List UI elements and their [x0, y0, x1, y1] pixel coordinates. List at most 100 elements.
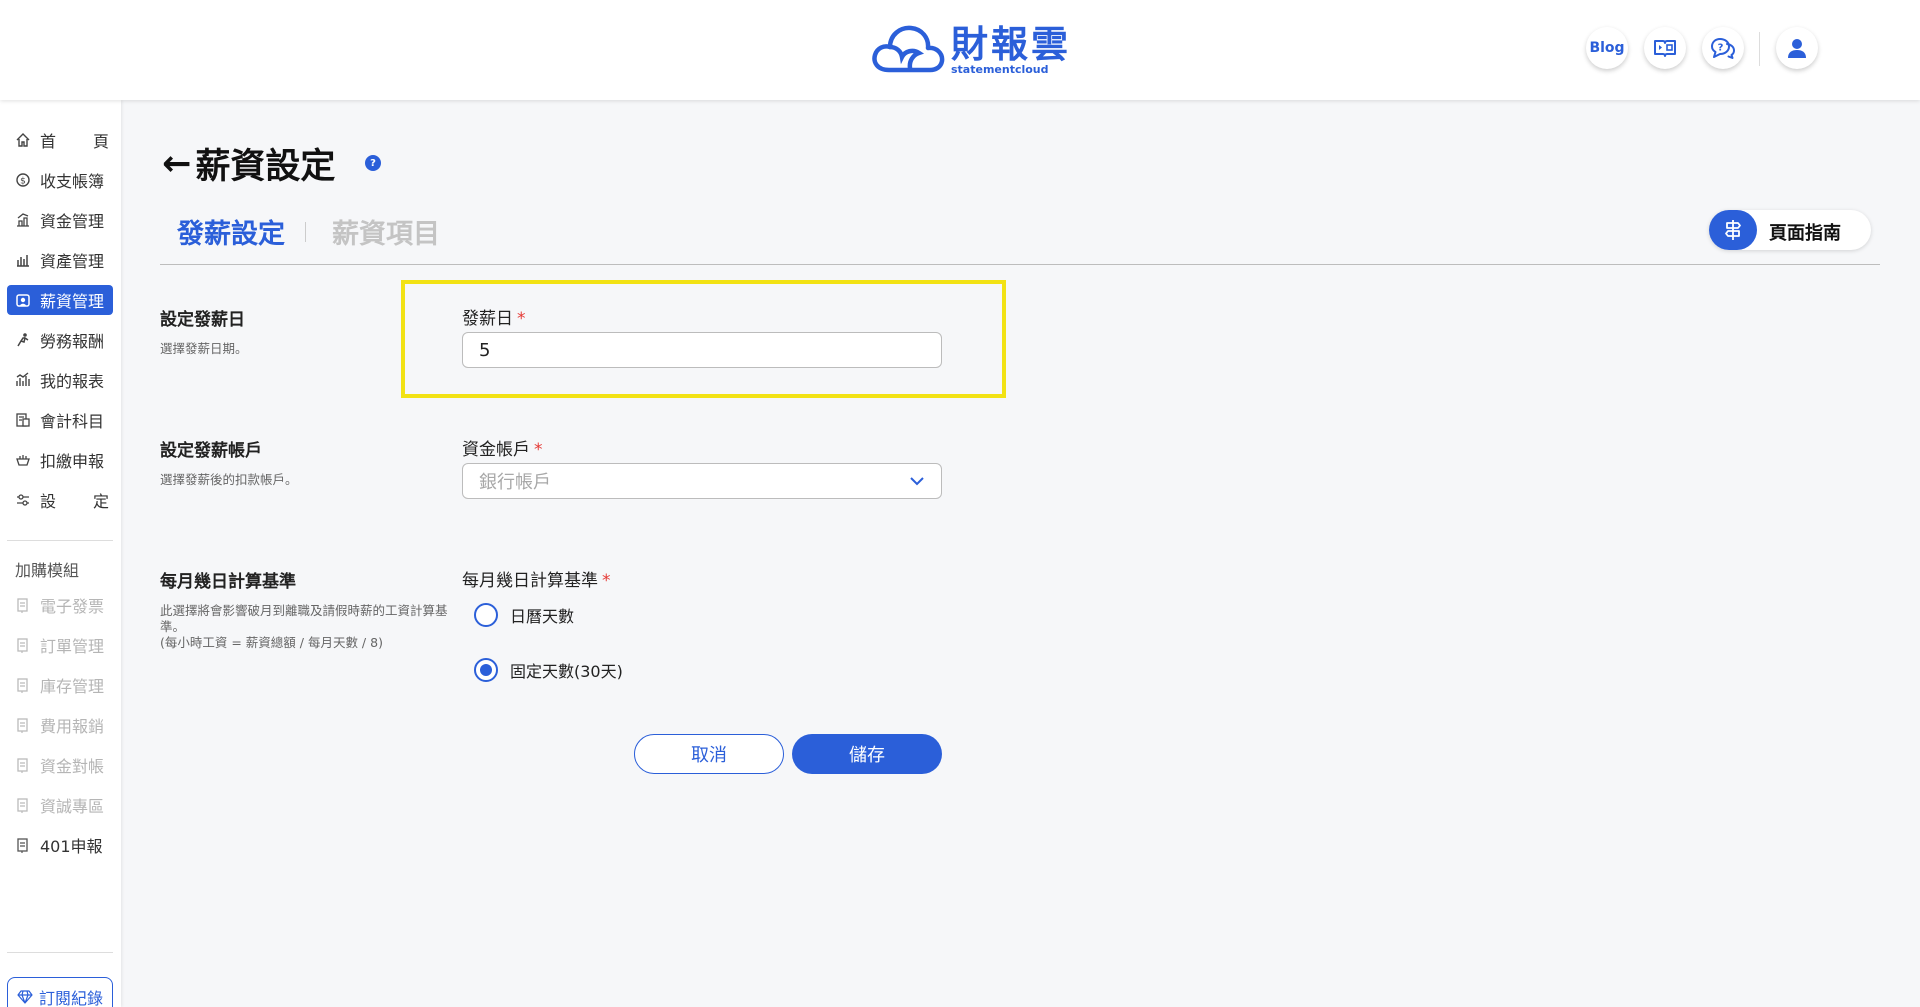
tax-icon [14, 451, 32, 469]
sidebar-item-tax[interactable]: 扣繳申報 [7, 445, 113, 475]
logo-chinese-text: 財報雲 [951, 22, 1071, 66]
payroll-icon [14, 291, 32, 309]
payday-field-label: 發薪日 * [462, 309, 526, 329]
user-account-icon [1788, 39, 1806, 58]
user-account-button[interactable] [1776, 27, 1818, 69]
sidebar-item-label: 401申報 [40, 837, 103, 856]
tab-payday-settings[interactable]: 發薪設定 [177, 212, 285, 251]
radio-label: 日曆天數 [510, 607, 575, 626]
fund-account-label: 資金帳戶 * [462, 440, 543, 460]
page-title: ← 薪資設定 [162, 138, 335, 189]
save-button[interactable]: 儲存 [792, 734, 942, 774]
sidebar-item-reports[interactable]: 我的報表 [7, 365, 113, 395]
sidebar-item-label: 收支帳簿 [40, 172, 105, 191]
page-title-text: 薪資設定 [195, 147, 336, 187]
sidebar-item-label: 資誠專區 [40, 797, 105, 816]
sidebar-item-payroll[interactable]: 薪資管理 [7, 285, 113, 315]
sidebar-item-fund[interactable]: 資金管理 [7, 205, 113, 235]
sidebar: 首頁 $ 收支帳簿 資金管理 資產管理 薪資管理 勞務報酬 我的報表 會計科目 … [0, 100, 121, 1007]
sidebar-item-labor[interactable]: 勞務報酬 [7, 325, 113, 355]
page-guide-label: 頁面指南 [1769, 223, 1841, 244]
labor-icon [14, 331, 32, 349]
diamond-icon [17, 990, 33, 1004]
sidebar-item-ledger[interactable]: $ 收支帳簿 [7, 165, 113, 195]
sidebar-item-label: 設定 [40, 492, 109, 511]
subscription-button[interactable]: 訂閱紀錄 [7, 977, 113, 1007]
assets-icon [14, 251, 32, 269]
basis-section-desc: 此選擇將會影響破月到離職及請假時薪的工資計算基準。 (每小時工資 = 薪資總額 … [160, 603, 448, 650]
back-arrow-icon[interactable]: ← [162, 144, 191, 184]
sidebar-divider [7, 540, 113, 541]
sidebar-item-label: 資產管理 [40, 252, 105, 271]
sidebar-addon-orders[interactable]: 訂單管理 [7, 630, 113, 660]
sidebar-addon-expenses[interactable]: 費用報銷 [7, 710, 113, 740]
top-header: 財報雲 statementcloud Blog ? [0, 0, 1920, 100]
money-icon: $ [14, 171, 32, 189]
sidebar-item-label: 首頁 [40, 132, 109, 151]
cloud-logo-icon [872, 25, 945, 73]
sidebar-item-label: 電子發票 [40, 597, 105, 616]
settings-icon [14, 491, 32, 509]
app-logo[interactable]: 財報雲 statementcloud [871, 22, 1071, 78]
tab-salary-items[interactable]: 薪資項目 [332, 212, 440, 251]
fund-account-placeholder: 銀行帳戶 [479, 472, 551, 493]
svg-text:?: ? [1718, 43, 1724, 54]
radio-fixed-days[interactable]: 固定天數(30天) [474, 658, 623, 682]
sidebar-item-assets[interactable]: 資產管理 [7, 245, 113, 275]
header-divider [1759, 32, 1760, 66]
radio-unchecked[interactable] [474, 603, 498, 627]
basis-field-label: 每月幾日計算基準 * [462, 571, 611, 591]
sidebar-item-label: 扣繳申報 [40, 452, 105, 471]
page-guide-button[interactable]: 頁面指南 [1709, 210, 1871, 250]
addon-lock-icon [14, 636, 32, 654]
sidebar-item-label: 費用報銷 [40, 717, 105, 736]
support-chat-button[interactable]: ? [1702, 27, 1744, 69]
tabs-underline [160, 264, 1880, 265]
sidebar-item-accounts[interactable]: 會計科目 [7, 405, 113, 435]
sidebar-item-label: 資金管理 [40, 212, 105, 231]
payday-input[interactable]: 5 [462, 332, 942, 368]
addon-icon [14, 836, 32, 854]
logo-english-text: statementcloud [951, 62, 1049, 76]
sidebar-item-label: 資金對帳 [40, 757, 105, 776]
payday-section-title: 設定發薪日 [160, 310, 245, 330]
radio-label: 固定天數(30天) [510, 662, 623, 681]
fund-icon [14, 211, 32, 229]
basis-section-title: 每月幾日計算基準 [160, 572, 296, 592]
addon-section-title: 加購模組 [15, 561, 80, 580]
sidebar-item-settings[interactable]: 設定 [7, 485, 113, 515]
addon-lock-icon [14, 596, 32, 614]
tab-separator [305, 222, 306, 242]
radio-calendar-days[interactable]: 日曆天數 [474, 603, 574, 627]
sidebar-item-label: 會計科目 [40, 412, 105, 431]
signpost-icon [1709, 210, 1757, 250]
account-section-title: 設定發薪帳戶 [160, 441, 262, 461]
fund-account-select[interactable]: 銀行帳戶 [462, 463, 942, 499]
cancel-button[interactable]: 取消 [634, 734, 784, 774]
accounts-icon [14, 411, 32, 429]
addon-lock-icon [14, 676, 32, 694]
radio-checked[interactable] [474, 658, 498, 682]
sidebar-addon-inventory[interactable]: 庫存管理 [7, 670, 113, 700]
sidebar-item-label: 勞務報酬 [40, 332, 105, 351]
addon-lock-icon [14, 756, 32, 774]
blog-button[interactable]: Blog [1586, 27, 1628, 69]
chevron-down-icon [910, 477, 924, 486]
addon-lock-icon [14, 716, 32, 734]
sidebar-addon-reconciliation[interactable]: 資金對帳 [7, 750, 113, 780]
sidebar-divider [7, 952, 113, 953]
help-icon[interactable]: ? [365, 155, 381, 171]
svg-text:$: $ [20, 177, 26, 187]
sidebar-item-home[interactable]: 首頁 [7, 125, 113, 155]
sidebar-addon-einvoice[interactable]: 電子發票 [7, 590, 113, 620]
subscription-label: 訂閱紀錄 [38, 989, 103, 1007]
home-icon [14, 131, 32, 149]
video-tutorial-button[interactable] [1644, 27, 1686, 69]
account-section-desc: 選擇發薪後的扣款帳戶。 [160, 472, 298, 487]
chart-icon [14, 371, 32, 389]
addon-lock-icon [14, 796, 32, 814]
sidebar-addon-pwc[interactable]: 資誠專區 [7, 790, 113, 820]
video-tutorial-icon [1654, 40, 1676, 57]
sidebar-addon-401[interactable]: 401申報 [7, 830, 113, 860]
sidebar-item-label: 訂單管理 [40, 637, 105, 656]
